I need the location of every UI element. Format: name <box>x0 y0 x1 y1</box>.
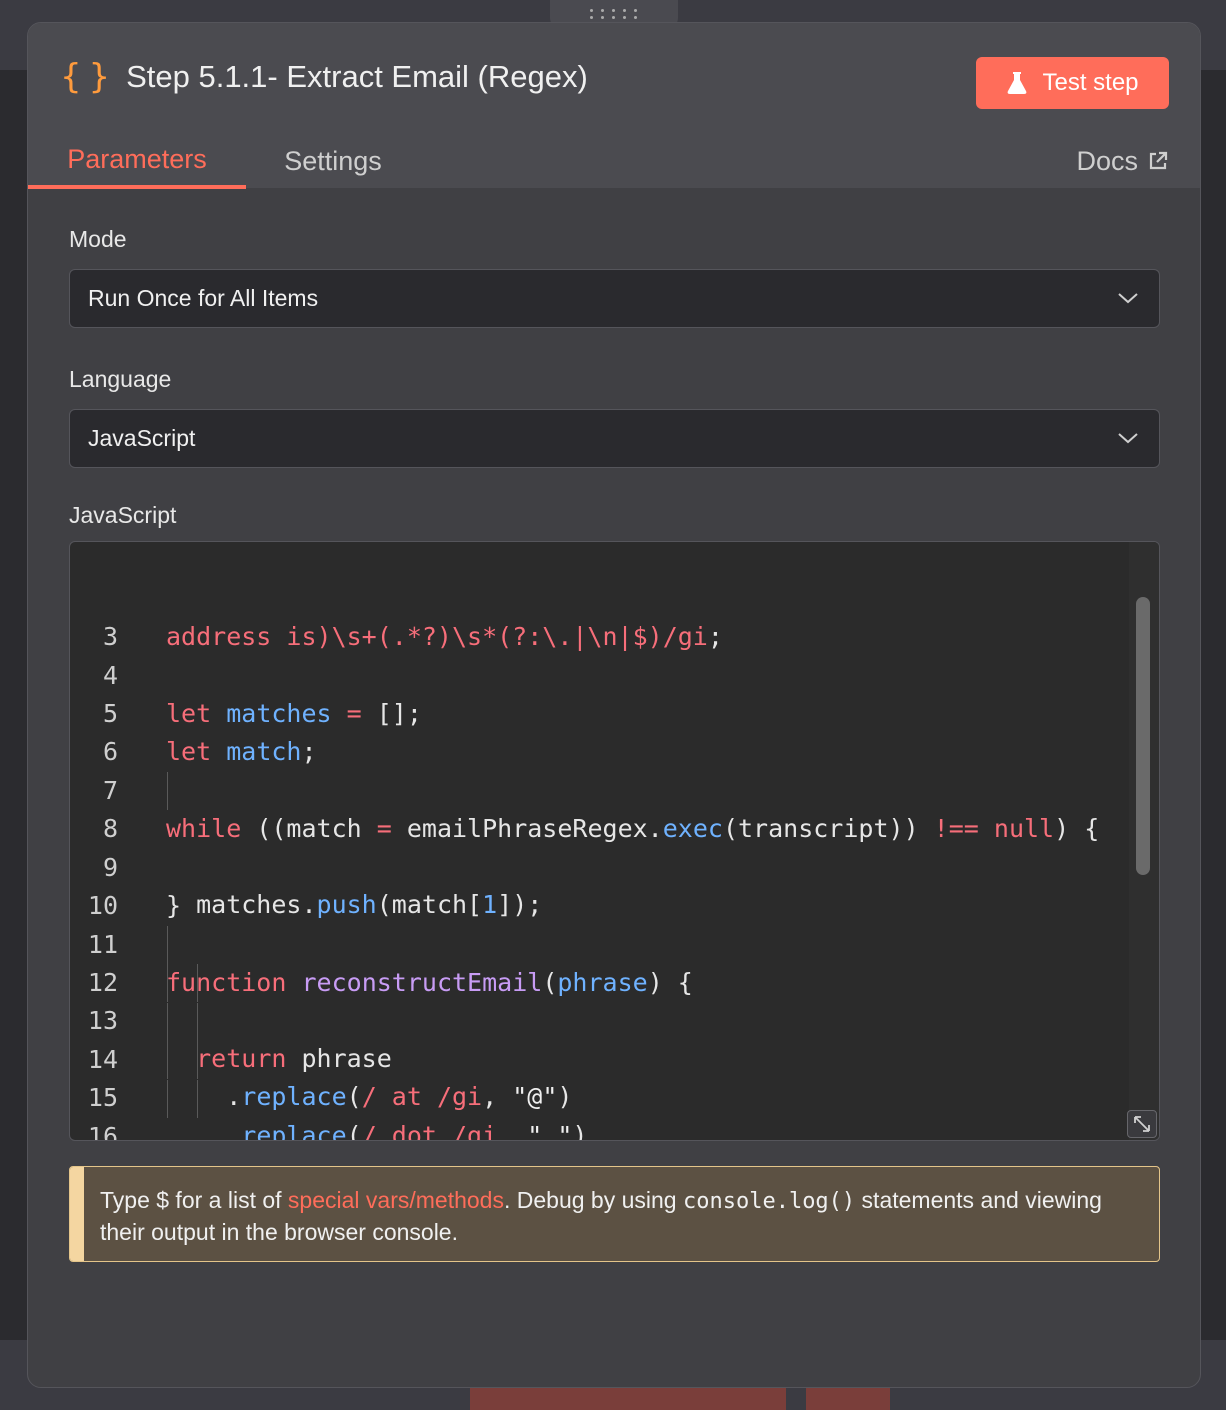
code-hint-notice: Type $ for a list of special vars/method… <box>69 1166 1160 1262</box>
notice-text: Type $ for a list of special vars/method… <box>100 1185 1145 1247</box>
drag-dots-icon <box>590 9 638 19</box>
docs-link[interactable]: Docs <box>1076 133 1168 189</box>
panel-tabs: Parameters Settings Docs <box>28 133 1200 189</box>
test-step-label: Test step <box>1042 69 1139 96</box>
code-line: 4 let matches = []; <box>70 619 1130 728</box>
expand-icon <box>1134 1116 1150 1132</box>
code-line: 16 .trim(); <box>70 1080 1130 1140</box>
notice-middle: . Debug by using <box>503 1187 683 1213</box>
code-editor-label: JavaScript <box>69 502 177 528</box>
test-step-button[interactable]: Test step <box>976 57 1169 109</box>
code-line: 10 <box>70 849 1130 920</box>
code-line: 14 .replace(/ dot /gi, ".") <box>70 1003 1130 1140</box>
code-line: 8 matches.push(match[1]); <box>70 772 1130 919</box>
mode-select[interactable]: Run Once for All Items <box>69 269 1160 328</box>
chevron-down-icon <box>1118 293 1138 304</box>
code-line: 3 <box>70 580 1130 651</box>
code-line: 6 <box>70 695 1130 766</box>
node-title[interactable]: Step 5.1.1- Extract Email (Regex) <box>126 59 588 95</box>
language-select[interactable]: JavaScript <box>69 409 1160 468</box>
mode-label: Mode <box>69 226 127 252</box>
notice-accent-bar <box>70 1167 84 1261</box>
node-title-row: { } Step 5.1.1- Extract Email (Regex) <box>60 57 588 97</box>
mode-value: Run Once for All Items <box>88 285 319 311</box>
code-line: 7 while ((match = emailPhraseRegex.exec(… <box>70 734 1130 843</box>
language-value: JavaScript <box>88 425 196 451</box>
code-line: 12 return phrase <box>70 926 1130 1073</box>
code-line: 13 .replace(/ at /gi, "@") <box>70 964 1130 1111</box>
tab-settings[interactable]: Settings <box>246 133 420 189</box>
code-editor[interactable]: address is)\s+(.*?)\s*(?:\.|\n|$)/gi; 3 … <box>69 541 1160 1141</box>
docs-label: Docs <box>1076 145 1138 176</box>
tab-parameters[interactable]: Parameters <box>28 133 246 189</box>
notice-code: console.log() <box>682 1189 856 1214</box>
code-line: address is)\s+(.*?)\s*(?:\.|\n|$)/gi; <box>70 542 1130 651</box>
code-braces-icon: { } <box>60 57 110 97</box>
flask-icon <box>1008 72 1027 94</box>
notice-prefix: Type $ for a list of <box>100 1187 288 1213</box>
editor-scrollbar[interactable] <box>1129 542 1159 1140</box>
code-line: 17 } <box>70 1118 1130 1140</box>
panel-header: { } Step 5.1.1- Extract Email (Regex) Te… <box>28 23 1200 189</box>
chevron-down-icon <box>1118 433 1138 444</box>
code-line: 15 .replace(/\s+/g, '') <box>70 1041 1130 1112</box>
code-line: 11 function reconstructEmail(phrase) { <box>70 888 1130 997</box>
external-link-icon <box>1149 151 1168 170</box>
code-line: 9 } <box>70 811 1130 920</box>
special-vars-link[interactable]: special vars/methods <box>288 1187 504 1213</box>
node-settings-panel: { } Step 5.1.1- Extract Email (Regex) Te… <box>27 22 1201 1388</box>
language-label: Language <box>69 366 172 392</box>
expand-editor-button[interactable] <box>1127 1110 1157 1138</box>
editor-scroll-thumb[interactable] <box>1136 597 1150 875</box>
code-line: 5 let match; <box>70 657 1130 766</box>
